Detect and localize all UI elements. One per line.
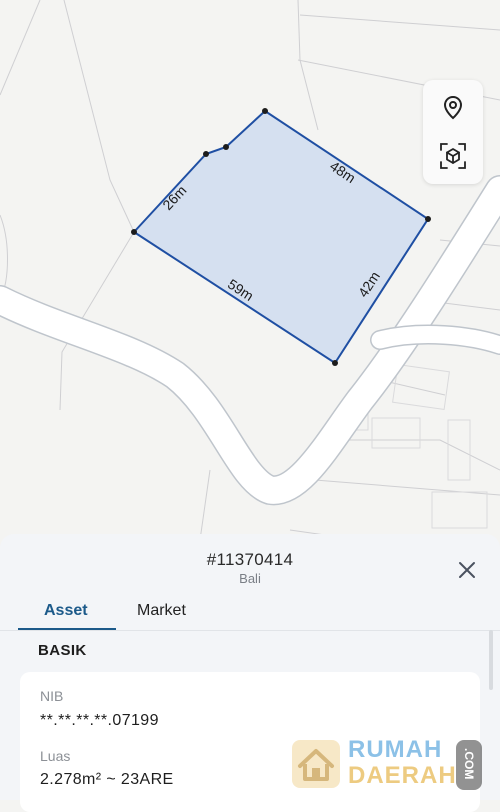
close-icon xyxy=(459,562,475,578)
tab-divider xyxy=(0,630,500,631)
close-button[interactable] xyxy=(455,558,479,582)
scrollbar[interactable] xyxy=(489,630,493,690)
watermark-line1: RUMAH xyxy=(348,736,443,763)
area-value: 2.278m² ~ 23ARE xyxy=(40,771,174,788)
parcel-vertex[interactable] xyxy=(131,229,137,235)
parcel-vertex[interactable] xyxy=(262,108,268,114)
location-button[interactable] xyxy=(435,90,471,126)
parcel-id: #11370414 xyxy=(206,550,294,569)
tab-asset[interactable]: Asset xyxy=(44,602,88,620)
parcel-vertex[interactable] xyxy=(332,360,338,366)
section-title: BASIK xyxy=(38,642,87,659)
map-pin-icon xyxy=(443,95,463,120)
parcel-vertex[interactable] xyxy=(223,144,229,150)
nib-label: NIB xyxy=(40,688,64,704)
3d-cube-icon xyxy=(440,143,466,169)
area-label: Luas xyxy=(40,748,71,764)
parcel-region: Bali xyxy=(239,571,261,586)
watermark-line2: DAERAH xyxy=(348,762,457,789)
tab-market[interactable]: Market xyxy=(137,602,186,620)
watermark: RUMAH DAERAH .COM xyxy=(290,736,490,798)
map-controls xyxy=(423,80,483,184)
house-logo-icon xyxy=(292,740,340,788)
3d-view-button[interactable] xyxy=(435,138,471,174)
nib-value: **.**.**.**.07199 xyxy=(40,712,159,729)
watermark-suffix: .COM xyxy=(462,748,476,780)
watermark-suffix-badge: .COM xyxy=(456,740,482,790)
parcel-vertex[interactable] xyxy=(203,151,209,157)
parcel-vertex[interactable] xyxy=(425,216,431,222)
map-canvas[interactable]: 26m 48m 59m 42m xyxy=(0,0,500,540)
